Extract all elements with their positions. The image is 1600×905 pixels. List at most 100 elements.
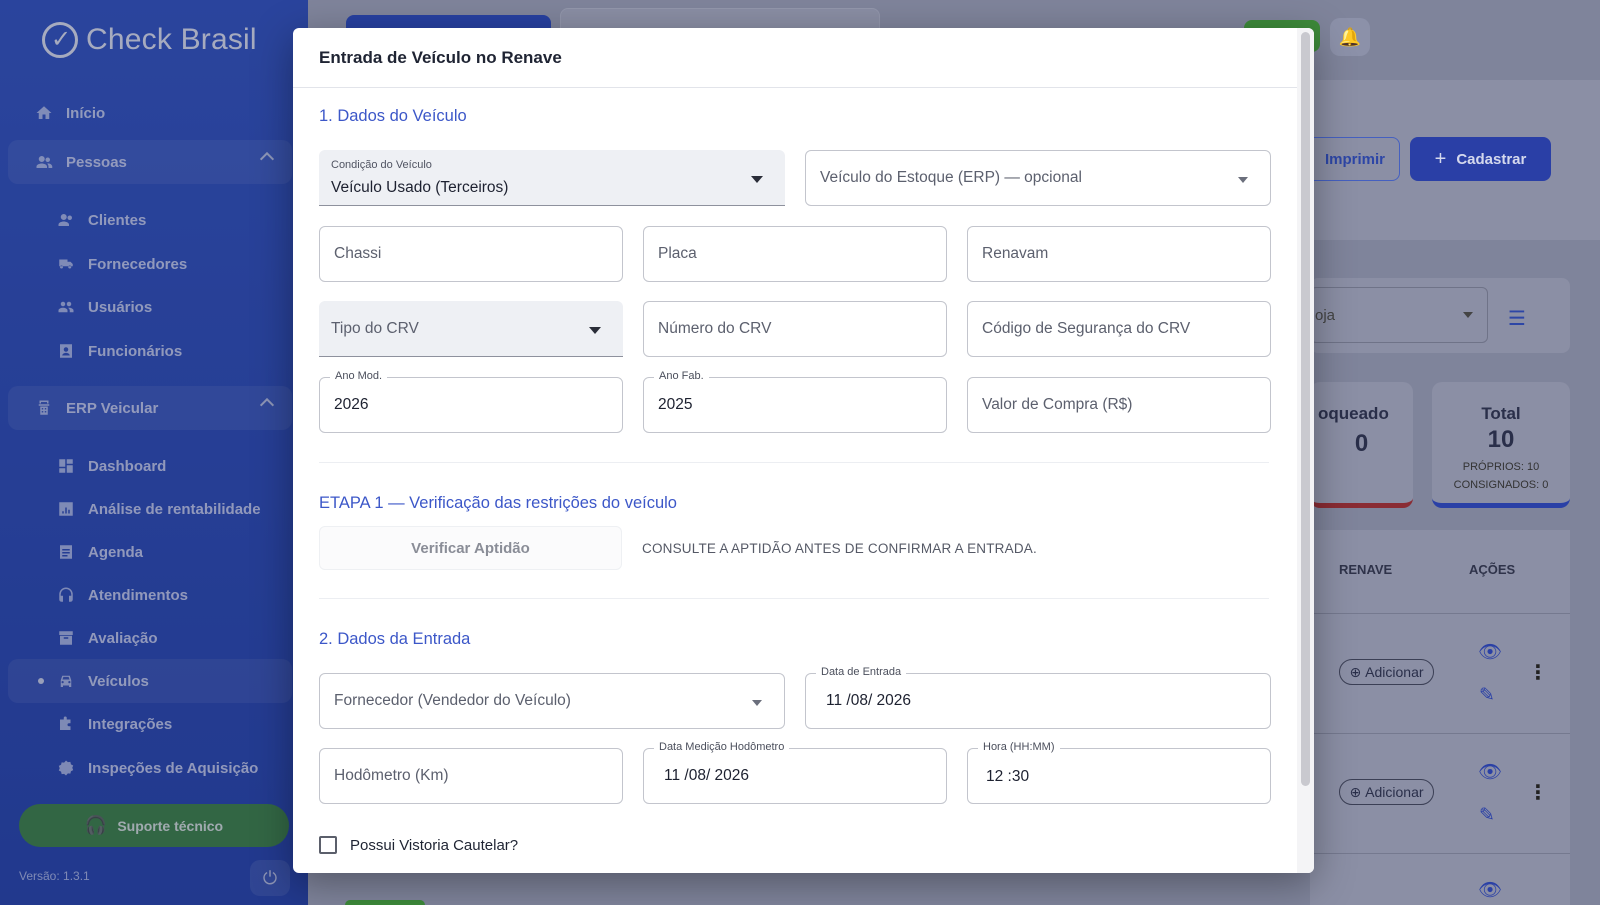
field-label: Condição do Veículo [331, 159, 432, 171]
sidebar-item-usuarios[interactable]: Usuários [0, 285, 300, 329]
model-year-input[interactable]: Ano Mod. 2026 [319, 370, 623, 433]
crv-type-select[interactable]: Tipo do CRV [319, 301, 623, 357]
add-renave-button[interactable]: ⊕ Adicionar [1339, 659, 1434, 685]
stock-vehicle-select[interactable]: Veículo do Estoque (ERP) — opcional [805, 150, 1271, 206]
sidebar-item-avaliacao[interactable]: Avaliação [0, 616, 300, 660]
eye-icon[interactable]: 👁 [1478, 640, 1502, 664]
people-icon [34, 152, 54, 172]
field-value: 2026 [334, 396, 369, 413]
stat-value: 10 [1487, 426, 1515, 453]
field-value: 12 :30 [986, 768, 1030, 785]
add-renave-button[interactable]: ⊕ Adicionar [1339, 779, 1434, 805]
print-button[interactable]: Imprimir [1300, 137, 1400, 181]
create-button-label: Cadastrar [1456, 150, 1527, 168]
odometer-input[interactable]: Hodômetro (Km) [319, 748, 623, 804]
sidebar-item-label: Integrações [88, 715, 173, 733]
logout-button[interactable]: ⏻ [250, 860, 290, 896]
app-version: Versão: 1.3.1 [19, 869, 90, 883]
sidebar-item-label: Veículos [88, 672, 149, 690]
support-label: Suporte técnico [117, 817, 224, 834]
field-value: 11 /08/ 2026 [826, 692, 912, 709]
store-select[interactable]: oja [1310, 287, 1488, 343]
row-divider [1310, 853, 1570, 854]
dialog-title: Entrada de Veículo no Renave [293, 28, 1297, 88]
plate-input[interactable]: Placa [643, 226, 947, 282]
store-select-placeholder: oja [1315, 306, 1336, 324]
dialog-scrollbar[interactable] [1297, 28, 1314, 873]
sidebar-item-integracoes[interactable]: Integrações [0, 702, 300, 746]
sidebar-group-erp-veicular[interactable]: ERP Veicular [8, 386, 292, 430]
scrollbar-thumb[interactable] [1301, 32, 1310, 786]
sidebar-group-pessoas[interactable]: Pessoas [8, 140, 292, 184]
stat-value: 0 [1354, 430, 1369, 457]
headset-icon: 🎧 [84, 815, 108, 835]
eye-icon[interactable]: 👁 [1478, 760, 1502, 784]
verify-eligibility-button[interactable]: Verificar Aptidão [319, 526, 622, 570]
bell-icon: 🔔 [1338, 26, 1362, 47]
users-icon [56, 297, 76, 317]
sidebar-item-agenda[interactable]: Agenda [0, 530, 300, 574]
brand-logo[interactable]: Check Brasil [42, 22, 257, 58]
field-placeholder: Valor de Compra (R$) [982, 396, 1133, 413]
car-icon [56, 671, 76, 691]
add-renave-label: Adicionar [1365, 784, 1424, 800]
sidebar-item-inspecoes-aquisicao[interactable]: Inspeções de Aquisição [0, 746, 300, 790]
sidebar-item-fornecedores[interactable]: Fornecedores [0, 242, 300, 286]
renavam-input[interactable]: Renavam [967, 226, 1271, 282]
calendar-icon [56, 542, 76, 562]
cautelar-checkbox-row[interactable]: Possui Vistoria Cautelar? [319, 836, 518, 854]
field-value: 11 /08/ 2026 [664, 767, 750, 784]
time-input[interactable]: Hora (HH:MM) 12 :30 [967, 741, 1271, 804]
eye-icon[interactable]: 👁 [1478, 878, 1502, 902]
verify-hint-text: CONSULTE A APTIDÃO ANTES DE CONFIRMAR A … [642, 541, 1037, 556]
edit-icon[interactable]: ✎ [1479, 684, 1495, 707]
sidebar-item-clientes[interactable]: Clientes [0, 198, 300, 242]
row-divider [1310, 613, 1570, 614]
purchase-value-input[interactable]: Valor de Compra (R$) [967, 377, 1271, 433]
sidebar-item-funcionarios[interactable]: Funcionários [0, 329, 300, 373]
odometer-date-input[interactable]: Data Medição Hodômetro 11 /08/ 2026 [643, 741, 947, 804]
puzzle-icon [56, 714, 76, 734]
sidebar-item-inicio[interactable]: Início [0, 91, 300, 135]
filter-icon[interactable]: ☰ [1508, 306, 1526, 331]
chassis-input[interactable]: Chassi [319, 226, 623, 282]
power-icon: ⏻ [262, 867, 278, 888]
sidebar-item-label: Pessoas [66, 153, 127, 171]
supplier-select[interactable]: Fornecedor (Vendedor do Veículo) [319, 673, 785, 729]
manufacture-year-input[interactable]: Ano Fab. 2025 [643, 370, 947, 433]
field-label: Data de Entrada [816, 666, 907, 678]
support-button[interactable]: 🎧 Suporte técnico [19, 804, 289, 847]
row-divider [1310, 733, 1570, 734]
sidebar-item-dashboard[interactable]: Dashboard [0, 444, 300, 488]
crv-security-code-input[interactable]: Código de Segurança do CRV [967, 301, 1271, 357]
sidebar-item-label: Usuários [88, 298, 153, 316]
entry-date-input[interactable]: Data de Entrada 11 /08/ 2026 [805, 666, 1271, 729]
chart-icon [56, 499, 76, 519]
caret-down-icon [1463, 312, 1473, 318]
sidebar-item-analise-rentabilidade[interactable]: Análise de rentabilidade [0, 487, 300, 531]
field-value: Veículo Usado (Terceiros) [331, 179, 509, 196]
more-vert-icon[interactable]: ⋮ [1528, 780, 1548, 805]
notifications-button[interactable]: 🔔 [1330, 18, 1370, 56]
stat-card-total: Total 10 PRÓPRIOS: 10 CONSIGNADOS: 0 [1432, 382, 1570, 508]
sidebar-item-veiculos[interactable]: Veículos [8, 659, 292, 703]
cautelar-checkbox[interactable] [319, 836, 337, 854]
status-pill [345, 900, 425, 905]
archive-icon [56, 628, 76, 648]
more-vert-icon[interactable]: ⋮ [1528, 660, 1548, 685]
stat-detail: PRÓPRIOS: 10 CONSIGNADOS: 0 [1432, 458, 1570, 494]
chevron-up-icon [259, 397, 275, 413]
chevron-up-icon [259, 151, 275, 167]
field-placeholder: Código de Segurança do CRV [982, 320, 1191, 337]
section-vehicle-data-title: 1. Dados do Veículo [319, 107, 467, 125]
create-button[interactable]: + Cadastrar [1410, 137, 1551, 181]
sidebar-item-atendimentos[interactable]: Atendimentos [0, 573, 300, 617]
field-placeholder: Chassi [334, 245, 382, 262]
dashboard-icon [56, 456, 76, 476]
sidebar-item-label: Clientes [88, 211, 147, 229]
sidebar-item-label: ERP Veicular [66, 399, 159, 417]
crv-number-input[interactable]: Número do CRV [643, 301, 947, 357]
vehicle-condition-select[interactable]: Condição do Veículo Veículo Usado (Terce… [319, 150, 785, 206]
edit-icon[interactable]: ✎ [1479, 804, 1495, 827]
section-divider [319, 462, 1269, 463]
